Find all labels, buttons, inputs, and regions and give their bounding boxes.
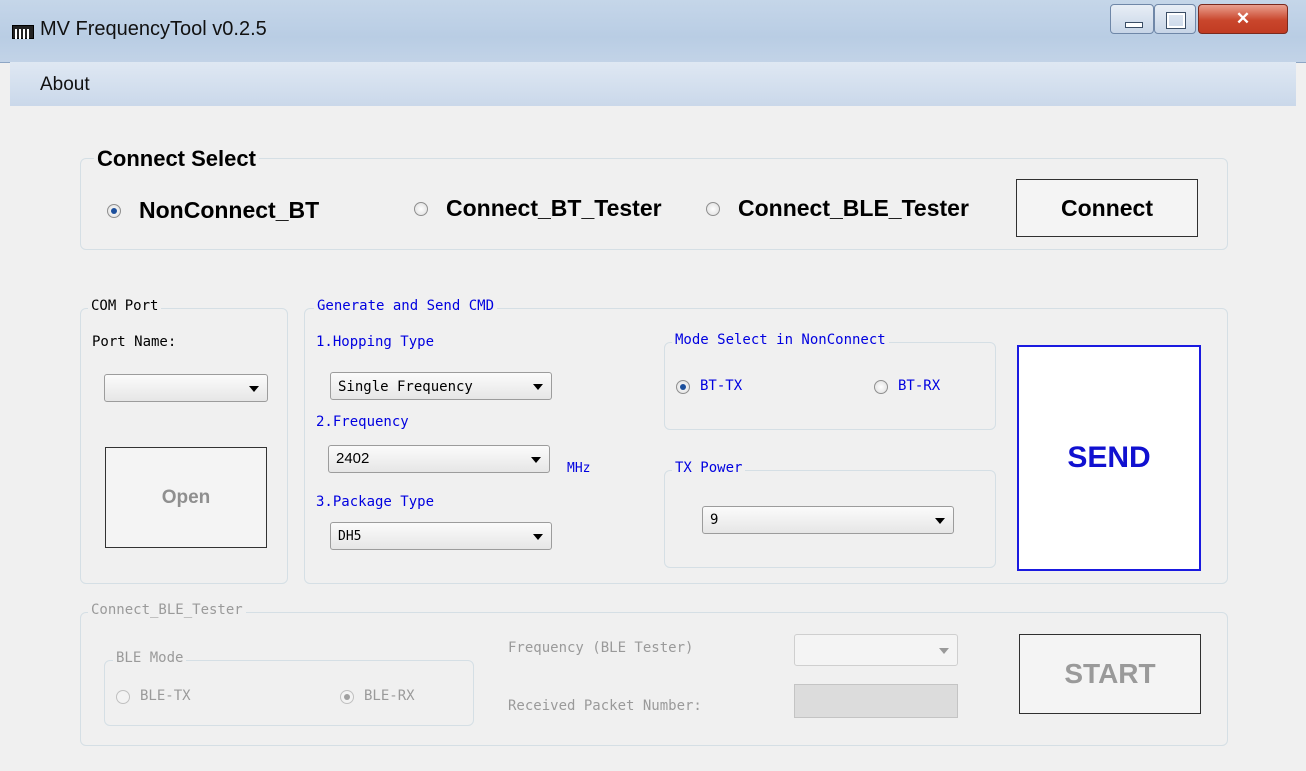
chevron-down-icon (531, 457, 541, 463)
tx-power-select[interactable]: 9 (702, 506, 954, 534)
radio-label-ble-rx[interactable]: BLE-RX (364, 688, 415, 704)
port-name-label: Port Name: (92, 334, 177, 350)
hopping-type-value: Single Frequency (338, 379, 473, 395)
radio-bt-rx[interactable] (874, 380, 888, 394)
maximize-button[interactable] (1154, 4, 1196, 34)
chevron-down-icon (935, 518, 945, 524)
chevron-down-icon (249, 386, 259, 392)
received-packet-field[interactable] (794, 684, 958, 718)
package-type-label: 3.Package Type (316, 494, 435, 510)
frequency-unit: MHz (567, 461, 591, 476)
radio-label-connect-bt-tester[interactable]: Connect_BT_Tester (446, 195, 662, 222)
received-packet-label: Received Packet Number: (508, 698, 702, 714)
radio-bt-tx[interactable] (676, 380, 690, 394)
ble-frequency-select[interactable] (794, 634, 958, 666)
menu-about[interactable]: About (40, 74, 90, 96)
radio-ble-rx[interactable] (340, 690, 354, 704)
port-name-select[interactable] (104, 374, 268, 402)
minimize-icon (1125, 22, 1143, 28)
start-button[interactable]: START (1019, 634, 1201, 714)
app-icon (12, 25, 34, 39)
title-bar: MV FrequencyTool v0.2.5 ✕ (0, 0, 1306, 63)
radio-connect-ble-tester[interactable] (706, 202, 720, 216)
frequency-label: 2.Frequency (316, 414, 409, 430)
frequency-select[interactable]: 2402 (328, 445, 550, 473)
radio-label-connect-ble-tester[interactable]: Connect_BLE_Tester (738, 195, 969, 222)
radio-nonconnect-bt[interactable] (107, 204, 121, 218)
chevron-down-icon (533, 384, 543, 390)
hopping-type-select[interactable]: Single Frequency (330, 372, 552, 400)
package-type-select[interactable]: DH5 (330, 522, 552, 550)
close-icon: ✕ (1235, 9, 1251, 28)
radio-ble-tx[interactable] (116, 690, 130, 704)
maximize-icon (1166, 12, 1186, 29)
tx-power-value: 9 (710, 512, 719, 528)
radio-label-bt-rx[interactable]: BT-RX (898, 378, 940, 394)
hopping-type-label: 1.Hopping Type (316, 334, 435, 350)
mode-select-legend: Mode Select in NonConnect (672, 332, 889, 348)
menu-bar: About (10, 62, 1296, 107)
radio-label-nonconnect-bt[interactable]: NonConnect_BT (139, 197, 319, 224)
frequency-value: 2402 (336, 450, 370, 467)
ble-frequency-label: Frequency (BLE Tester) (508, 640, 694, 656)
close-button[interactable]: ✕ (1198, 4, 1288, 34)
open-button[interactable]: Open (105, 447, 267, 548)
radio-label-ble-tx[interactable]: BLE-TX (140, 688, 191, 704)
window-title: MV FrequencyTool v0.2.5 (40, 18, 267, 40)
connect-select-title: Connect Select (94, 146, 259, 172)
ble-mode-legend: BLE Mode (113, 650, 187, 666)
client-area: Connect Select NonConnect_BT Connect_BT_… (10, 106, 1296, 771)
connect-button[interactable]: Connect (1016, 179, 1198, 237)
ble-tester-legend: Connect_BLE_Tester (88, 602, 246, 618)
radio-connect-bt-tester[interactable] (414, 202, 428, 216)
package-type-value: DH5 (338, 529, 362, 544)
com-port-legend: COM Port (88, 298, 162, 314)
send-button[interactable]: SEND (1017, 345, 1201, 571)
minimize-button[interactable] (1110, 4, 1154, 34)
radio-label-bt-tx[interactable]: BT-TX (700, 378, 742, 394)
chevron-down-icon (533, 534, 543, 540)
generate-legend: Generate and Send CMD (314, 298, 498, 314)
tx-power-legend: TX Power (672, 460, 746, 476)
chevron-down-icon (939, 648, 949, 654)
